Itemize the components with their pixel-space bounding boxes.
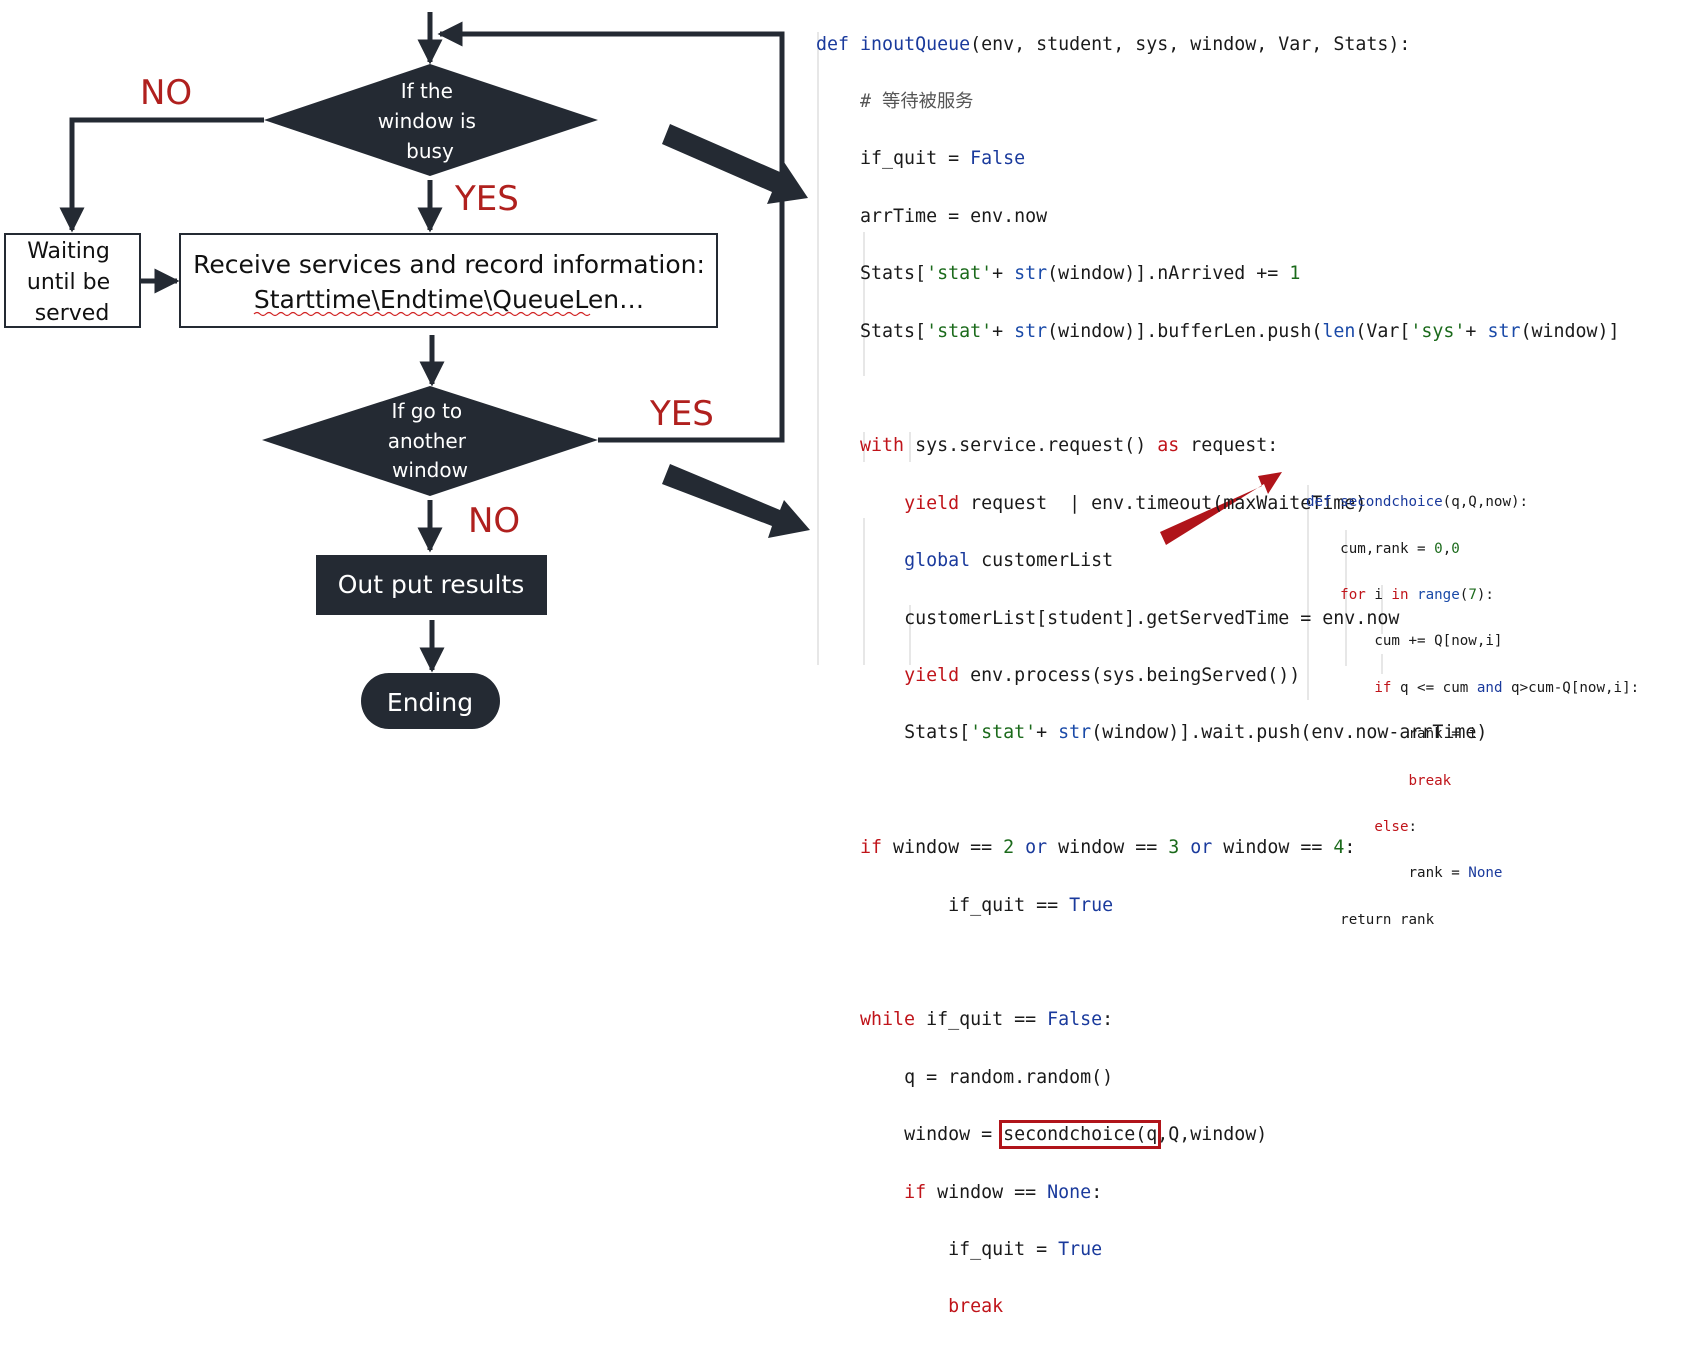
small-line-break: break <box>1408 772 1452 789</box>
code-line-bufferlen: Stats['stat'+ str(window)].bufferLen.pus… <box>860 320 1620 342</box>
small-line-return: return rank <box>1340 911 1435 928</box>
yes-label-2: YES <box>649 394 714 434</box>
no-label-1: NO <box>140 73 192 113</box>
code-line-break: break <box>948 1296 1004 1318</box>
waiting-line2: until be <box>27 270 110 295</box>
svg-text:Waiting until be serve: Waiting until be served <box>27 239 117 326</box>
code-line-arrtime: arrTime = env.now <box>860 205 1048 227</box>
decision1-line3: busy <box>406 139 454 163</box>
small-line-else: else: <box>1374 818 1418 835</box>
small-line-cum: cum,rank = 0,0 <box>1340 540 1460 557</box>
no-label-2: NO <box>468 501 520 541</box>
code-line-def: def inoutQueue(env, student, sys, window… <box>816 33 1411 55</box>
code-line-if-none: if window == None: <box>904 1181 1103 1203</box>
decision2-line2: another <box>388 429 467 453</box>
pointer-arrow-bottom <box>662 464 810 538</box>
pointer-arrow-top <box>662 124 808 204</box>
small-line-rank-i: rank = i <box>1408 726 1477 743</box>
output-label: Out put results <box>338 570 525 599</box>
code-line-blank1 <box>816 375 1620 404</box>
waiting-line1: Waiting <box>27 239 110 264</box>
waiting-line3: served <box>35 301 110 326</box>
code-line-comment: # 等待被服务 <box>860 91 974 113</box>
code-line-ifquit: if_quit = False <box>860 148 1026 170</box>
small-line-if: if q <= cum and q>cum-Q[now,i]: <box>1374 679 1640 696</box>
code-line-narrived: Stats['stat'+ str(window)].nArrived += 1 <box>860 263 1301 285</box>
small-line-cum-add: cum += Q[now,i] <box>1374 633 1503 650</box>
decision1-line2: window is <box>378 109 476 133</box>
ending-label: Ending <box>387 688 473 717</box>
secondchoice-highlight: secondchoice(q <box>999 1120 1162 1150</box>
small-line-def: def secondchoice(q,Q,now): <box>1306 494 1529 511</box>
code-secondchoice: def secondchoice(q,Q,now): cum,rank = 0,… <box>1306 468 1639 955</box>
code-line-secondchoice: window = secondchoice(q,Q,window) <box>904 1120 1268 1150</box>
decision1-line1: If the <box>401 79 453 103</box>
svg-text:If go to another windo: If go to another window <box>388 399 473 482</box>
decision2-line3: window <box>392 458 468 482</box>
code-line-random: q = random.random() <box>904 1066 1114 1088</box>
code-line-while: while if_quit == False: <box>860 1009 1114 1031</box>
decision2-line1: If go to <box>391 399 462 423</box>
receive-line1: Receive services and record information: <box>193 250 705 279</box>
receive-line2: Starttime\Endtime\QueueLen… <box>254 285 644 314</box>
code-line-ifquit-true: if_quit = True <box>948 1238 1103 1260</box>
no-path-line <box>59 117 264 233</box>
small-line-for: for i in range(7): <box>1340 586 1494 603</box>
svg-text:Receive services and record in: Receive services and record information: <box>193 250 705 279</box>
code-line-with: with sys.service.request() as request: <box>860 435 1279 457</box>
yes-label-1: YES <box>454 179 519 219</box>
small-line-rank-none: rank = None <box>1408 865 1503 882</box>
